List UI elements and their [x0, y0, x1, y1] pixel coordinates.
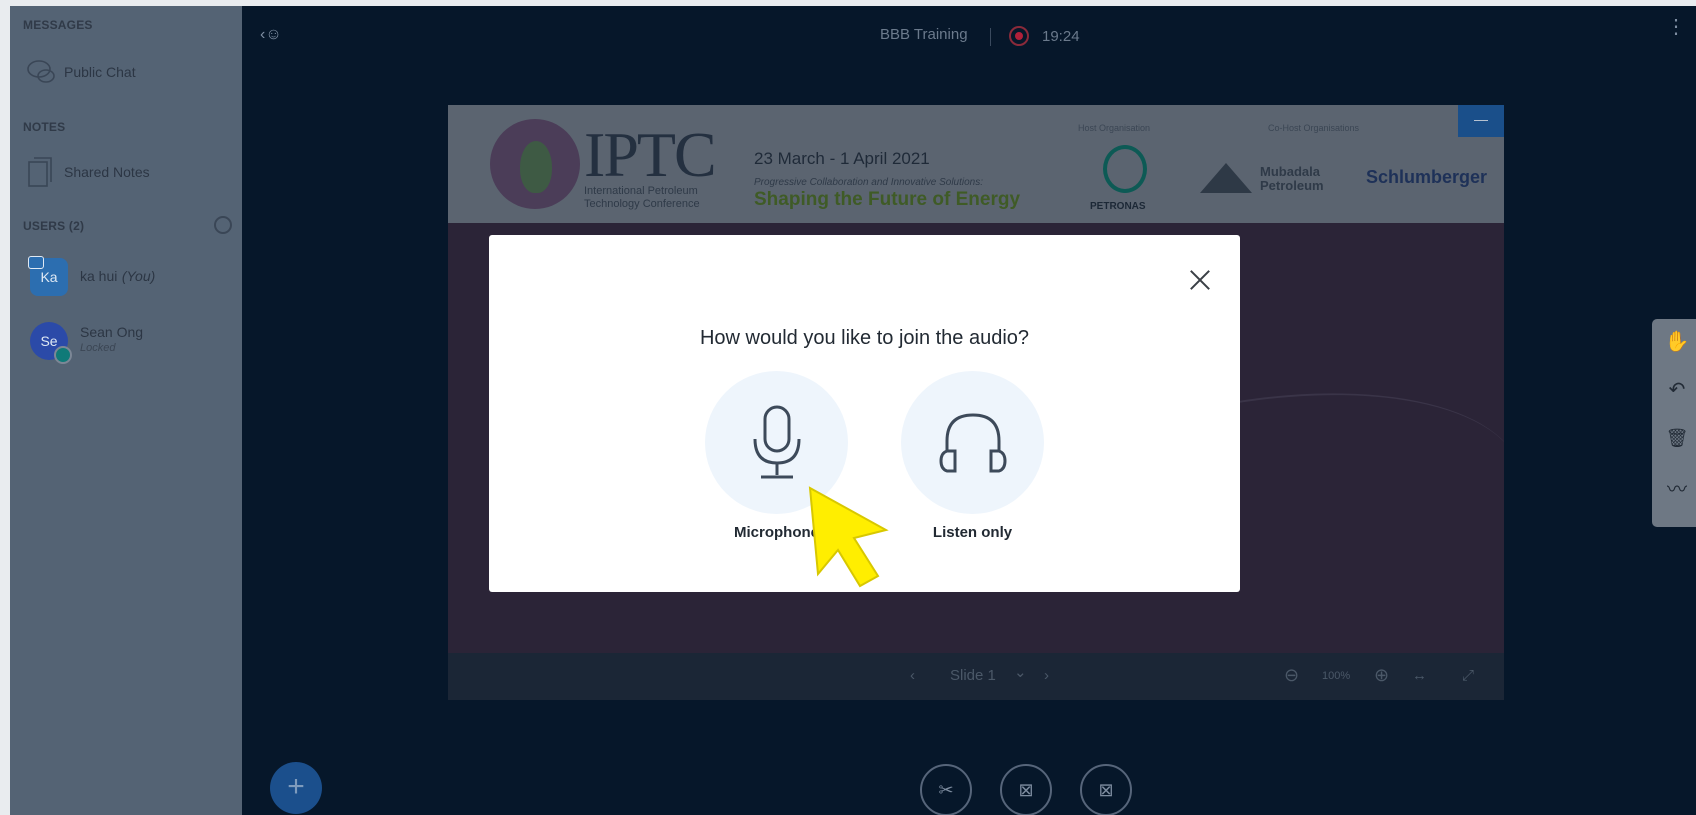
iptc-wordmark: IPTC — [584, 119, 717, 190]
phone-off-icon: ✂ — [938, 780, 954, 800]
microphone-icon — [753, 405, 800, 478]
options-menu-button[interactable]: ⋮ — [1666, 17, 1686, 37]
camera-off-icon: ⊠ — [1018, 780, 1034, 800]
iptc-subtitle: International Petroleum Technology Confe… — [584, 185, 700, 210]
minimize-presentation-button[interactable]: — — [1458, 105, 1504, 137]
trash-icon[interactable]: 🗑 — [1662, 423, 1692, 453]
user-row-you[interactable]: Ka ka hui (You) — [28, 256, 156, 296]
public-chat-item[interactable]: Public Chat — [26, 58, 136, 86]
whiteboard-toolbar: ✋ ↶ 🗑 〰 — [1652, 319, 1696, 527]
next-slide-button[interactable]: › — [1044, 667, 1049, 684]
zoom-level: 100% — [1322, 670, 1351, 682]
listen-only-option[interactable]: Listen only — [901, 371, 1044, 541]
user-name: ka hui — [80, 268, 118, 284]
share-webcam-button[interactable]: ⊠ — [1000, 764, 1052, 815]
toggle-userlist-button[interactable]: ‹☺ — [260, 26, 282, 44]
fullscreen-button[interactable]: ⤢ — [1462, 667, 1474, 684]
modal-title: How would you like to join the audio? — [699, 327, 1030, 349]
shared-notes-label: Shared Notes — [64, 164, 150, 180]
conference-dates: 23 March - 1 April 2021 — [754, 149, 930, 168]
host-label: Host Organisation — [1078, 123, 1151, 133]
app-window: MESSAGES Public Chat NOTES Shared Notes … — [10, 6, 1696, 815]
zoom-out-button[interactable]: ⊖ — [1284, 665, 1299, 686]
users-header: USERS (2) — [23, 219, 85, 233]
cohost-label: Co-Host Organisations — [1268, 123, 1360, 133]
undo-icon[interactable]: ↶ — [1662, 375, 1692, 405]
conference-tagline: Progressive Collaboration and Innovative… — [754, 177, 984, 188]
user-status: Locked — [80, 342, 116, 354]
mubadala-logo-icon — [1200, 163, 1252, 193]
slide-controls-bar: ‹ Slide 1 ⌄ › ⊖ 100% ⊕ ↔ ⤢ — [448, 653, 1504, 700]
notes-icon — [26, 156, 64, 188]
petronas-label: PETRONAS — [1090, 201, 1146, 212]
hand-tool-icon[interactable]: ✋ — [1662, 327, 1692, 357]
slide-header-banner: IPTC International Petroleum Technology … — [448, 105, 1504, 223]
schlumberger-label: Schlumberger — [1366, 167, 1488, 187]
slide-selector[interactable]: Slide 1 — [950, 667, 996, 684]
shared-notes-item[interactable]: Shared Notes — [26, 156, 150, 188]
sidebar: MESSAGES Public Chat NOTES Shared Notes … — [10, 6, 242, 815]
iptc-logo-icon — [490, 119, 580, 209]
avatar-initials: Se — [40, 333, 58, 349]
mubadala-label: Mubadala Petroleum — [1260, 164, 1324, 193]
record-icon[interactable] — [1009, 26, 1029, 46]
screen-share-icon: ⊠ — [1098, 780, 1114, 800]
messages-header: MESSAGES — [23, 18, 93, 32]
chat-badge-icon — [28, 256, 44, 269]
avatar: Se — [30, 322, 72, 364]
share-screen-button[interactable]: ⊠ — [1080, 764, 1132, 815]
avatar: Ka — [28, 256, 68, 296]
mic-status-icon — [54, 346, 72, 364]
chevron-down-icon[interactable]: ⌄ — [1014, 663, 1027, 681]
prev-slide-button[interactable]: ‹ — [910, 667, 915, 684]
zoom-in-button[interactable]: ⊕ — [1374, 665, 1389, 686]
user-tag: (You) — [121, 268, 156, 284]
multi-user-chart-icon[interactable]: 〰 — [1662, 475, 1692, 505]
conference-headline: Shaping the Future of Energy — [754, 189, 1021, 210]
pointer-arrow-icon — [808, 486, 889, 588]
add-actions-button[interactable]: + — [270, 762, 322, 814]
petronas-logo-icon — [1103, 145, 1147, 193]
divider — [990, 28, 991, 46]
leave-audio-button[interactable]: ✂ — [920, 764, 972, 815]
users-settings-gear-icon[interactable] — [214, 216, 232, 234]
listen-only-label: Listen only — [932, 524, 1013, 541]
user-row-sean[interactable]: Se Sean Ong Locked — [30, 322, 144, 364]
fit-width-button[interactable]: ↔ — [1412, 667, 1427, 684]
headphones-icon — [938, 412, 1007, 472]
close-icon[interactable] — [1187, 267, 1213, 293]
user-icon: ☺ — [265, 26, 282, 43]
meeting-title: BBB Training — [880, 26, 968, 43]
listen-only-button[interactable] — [901, 371, 1044, 514]
chat-icon — [26, 58, 64, 86]
recording-timer: 19:24 — [1042, 28, 1080, 45]
avatar-initials: Ka — [40, 269, 58, 285]
public-chat-label: Public Chat — [64, 64, 136, 80]
user-name: Sean Ong — [80, 324, 144, 340]
notes-header: NOTES — [23, 120, 66, 134]
